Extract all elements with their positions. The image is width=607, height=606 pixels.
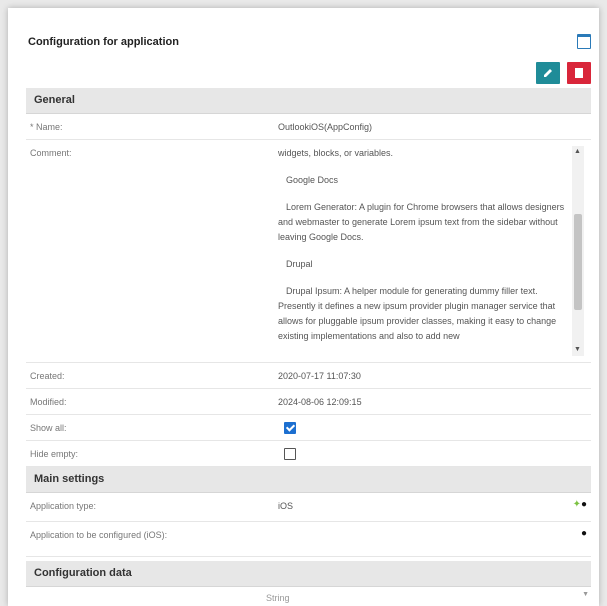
hide-empty-checkbox[interactable]: [284, 448, 296, 460]
scrollbar-thumb[interactable]: [574, 214, 582, 310]
apple-icon: ●: [580, 499, 587, 510]
created-label: Created:: [30, 371, 65, 381]
app-configured-label: Application to be configured (iOS):: [30, 530, 168, 540]
comment-textarea[interactable]: widgets, blocks, or variables. Google Do…: [278, 146, 584, 356]
delete-button[interactable]: [567, 62, 591, 84]
hide-empty-row: Hide empty:: [26, 441, 591, 467]
show-all-label: Show all:: [30, 423, 67, 433]
section-configuration-data: Configuration data: [26, 561, 591, 587]
scroll-up-icon[interactable]: ▲: [574, 148, 581, 156]
comment-label: Comment:: [30, 148, 72, 158]
panel-title: Configuration for application: [28, 36, 179, 48]
name-label: * Name:: [30, 122, 63, 132]
comment-paragraph: Drupal Ipsum: A helper module for genera…: [278, 286, 557, 341]
modified-row: Modified: 2024-08-06 12:09:15: [26, 389, 591, 415]
config-data-header-row: String ▼: [26, 587, 591, 606]
comment-paragraph: Drupal: [286, 259, 313, 269]
app-type-value: iOS: [278, 501, 294, 511]
config-panel: Configuration for application General * …: [8, 8, 599, 606]
modified-label: Modified:: [30, 397, 67, 407]
comment-scrollbar[interactable]: ▲ ▼: [572, 146, 584, 356]
app-type-row: Application type: iOS ✦●: [26, 493, 591, 522]
comment-paragraph: Google Docs: [286, 175, 339, 185]
hide-empty-label: Hide empty:: [30, 449, 79, 459]
modified-value: 2024-08-06 12:09:15: [278, 397, 362, 407]
scroll-down-icon[interactable]: ▼: [582, 591, 589, 598]
created-row: Created: 2020-07-17 11:07:30: [26, 363, 591, 389]
app-type-label: Application type:: [30, 501, 97, 511]
app-configured-row: Application to be configured (iOS): ●: [26, 522, 591, 557]
created-value: 2020-07-17 11:07:30: [278, 371, 361, 381]
app-type-icons: ✦●: [573, 499, 587, 510]
comment-row: Comment: widgets, blocks, or variables. …: [26, 140, 591, 363]
edit-icon: [544, 69, 552, 77]
comment-paragraph: Lorem Generator: A plugin for Chrome bro…: [278, 202, 565, 242]
name-value: OutlookiOS(AppConfig): [278, 122, 373, 132]
section-main-settings: Main settings: [26, 467, 591, 493]
android-icon: ✦: [572, 499, 581, 510]
app-configured-icons: ●: [581, 528, 587, 539]
comment-paragraph: widgets, blocks, or variables.: [278, 148, 394, 158]
name-row: * Name: OutlookiOS(AppConfig): [26, 114, 591, 140]
apple-icon: ●: [580, 528, 587, 539]
window-icon[interactable]: [577, 34, 591, 49]
section-general: General: [26, 88, 591, 114]
scroll-down-icon[interactable]: ▼: [574, 346, 581, 354]
edit-button[interactable]: [536, 62, 560, 84]
show-all-checkbox[interactable]: [284, 422, 296, 434]
show-all-row: Show all:: [26, 415, 591, 441]
config-data-column-header: String: [266, 593, 290, 603]
config-form: General * Name: OutlookiOS(AppConfig) Co…: [26, 88, 591, 606]
